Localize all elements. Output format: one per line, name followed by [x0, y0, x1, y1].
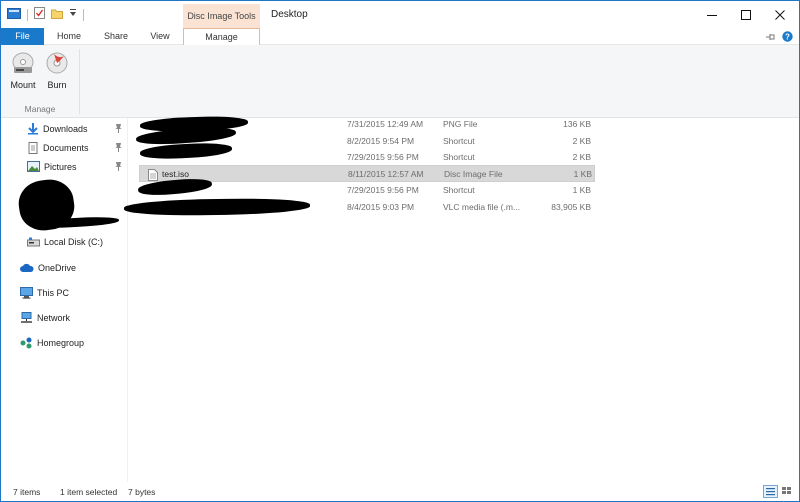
title-bar: Disc Image Tools Desktop — [1, 1, 799, 28]
pin-ribbon-icon[interactable] — [766, 33, 776, 44]
drive-icon — [27, 237, 40, 246]
file-date: 7/29/2015 9:56 PM — [347, 152, 419, 162]
file-size: 83,905 KB — [551, 202, 591, 212]
ribbon-panel: Mount Burn Manage — [1, 45, 799, 118]
navigation-pane: Downloads Documents Pictures Local Disk … — [1, 118, 128, 482]
selection-size: 7 bytes — [128, 487, 156, 497]
new-folder-icon[interactable] — [51, 8, 63, 22]
nav-item-label: OneDrive — [38, 262, 77, 273]
properties-icon[interactable] — [34, 7, 45, 22]
pin-icon[interactable] — [114, 161, 123, 174]
nav-item-pictures[interactable]: Pictures — [27, 158, 77, 175]
explorer-window: Disc Image Tools Desktop File Home Share… — [0, 0, 800, 502]
tab-view[interactable]: View — [140, 28, 180, 45]
explorer-app-icon[interactable] — [7, 7, 21, 22]
file-date: 7/29/2015 9:56 PM — [347, 185, 419, 195]
file-date: 8/11/2015 12:57 AM — [348, 169, 424, 179]
nav-item-homegroup[interactable]: Homegroup — [20, 334, 84, 351]
documents-icon — [28, 141, 38, 154]
tab-file[interactable]: File — [1, 28, 44, 45]
computer-icon — [20, 286, 33, 299]
disc-image-tools-header: Disc Image Tools — [183, 4, 260, 28]
mount-label: Mount — [10, 80, 36, 90]
file-size: 1 KB — [573, 169, 592, 179]
tab-share[interactable]: Share — [94, 28, 138, 45]
nav-item-documents[interactable]: Documents — [27, 139, 89, 156]
file-date: 8/4/2015 9:03 PM — [347, 202, 415, 212]
pin-icon[interactable] — [114, 142, 123, 155]
cloud-icon — [20, 263, 34, 272]
status-bar: 7 items 1 item selected 7 bytes — [1, 482, 799, 501]
network-icon — [21, 311, 32, 323]
file-type: Shortcut — [443, 152, 475, 162]
file-type: Shortcut — [443, 185, 475, 195]
nav-item-onedrive[interactable]: OneDrive — [20, 259, 76, 276]
pictures-icon — [27, 161, 40, 172]
ribbon-tabs: File Home Share View Manage ? — [1, 28, 799, 46]
file-date: 7/31/2015 12:49 AM — [347, 119, 424, 129]
file-size: 2 KB — [572, 136, 591, 146]
ribbon-group-divider — [79, 49, 80, 114]
nav-item-network[interactable]: Network — [20, 309, 70, 326]
file-type: Disc Image File — [444, 169, 503, 179]
details-view-icon — [766, 488, 775, 496]
nav-item-label: Homegroup — [37, 337, 85, 348]
nav-item-downloads[interactable]: Downloads — [27, 120, 88, 137]
mount-button[interactable]: Mount — [7, 51, 39, 90]
file-list: 7/31/2015 12:49 AM PNG File 136 KB 8/2/2… — [123, 115, 799, 482]
minimize-icon — [707, 14, 717, 16]
mount-icon — [12, 52, 34, 73]
file-size: 1 KB — [572, 185, 591, 195]
qat-dropdown-icon[interactable] — [69, 8, 77, 21]
selection-count: 1 item selected — [60, 487, 118, 497]
close-icon — [775, 9, 785, 20]
file-date: 8/2/2015 9:54 PM — [347, 136, 415, 146]
file-size: 136 KB — [563, 119, 591, 129]
homegroup-icon — [20, 337, 32, 348]
close-button[interactable] — [763, 1, 797, 28]
large-icons-view-button[interactable] — [780, 485, 795, 498]
nav-item-label: Downloads — [43, 123, 88, 134]
nav-item-label: Network — [37, 312, 71, 323]
burn-button[interactable]: Burn — [41, 51, 73, 90]
large-icons-view-icon — [782, 487, 791, 494]
nav-item-label: Local Disk (C:) — [44, 236, 104, 247]
nav-item-label: This PC — [37, 287, 70, 298]
help-icon[interactable]: ? — [782, 31, 793, 45]
svg-text:?: ? — [785, 33, 790, 42]
pin-icon[interactable] — [114, 123, 123, 136]
ribbon-right-controls: ? — [766, 31, 793, 45]
ribbon-group-label: Manage — [24, 104, 56, 114]
nav-item-label: Documents — [43, 142, 89, 153]
nav-item-label: Pictures — [44, 161, 77, 172]
item-count: 7 items — [13, 487, 41, 497]
burn-label: Burn — [47, 80, 67, 90]
file-type: VLC media file (.m... — [443, 202, 520, 212]
tab-home[interactable]: Home — [46, 28, 92, 45]
nav-item-this-pc[interactable]: This PC — [20, 284, 69, 301]
qat-separator — [27, 8, 28, 21]
details-view-button[interactable] — [763, 485, 778, 498]
maximize-button[interactable] — [729, 1, 763, 28]
tab-manage[interactable]: Manage — [183, 28, 260, 46]
burn-icon — [46, 52, 68, 74]
file-type: PNG File — [443, 119, 478, 129]
nav-item-local-disk[interactable]: Local Disk (C:) — [27, 233, 103, 250]
download-arrow-icon — [28, 122, 38, 134]
window-title: Desktop — [271, 9, 308, 20]
qat-separator — [83, 8, 84, 21]
maximize-icon — [741, 9, 751, 20]
file-size: 2 KB — [572, 152, 591, 162]
minimize-button[interactable] — [695, 1, 729, 28]
quick-access-toolbar — [7, 7, 84, 22]
file-type: Shortcut — [443, 136, 475, 146]
disc-image-file-icon — [148, 168, 158, 181]
